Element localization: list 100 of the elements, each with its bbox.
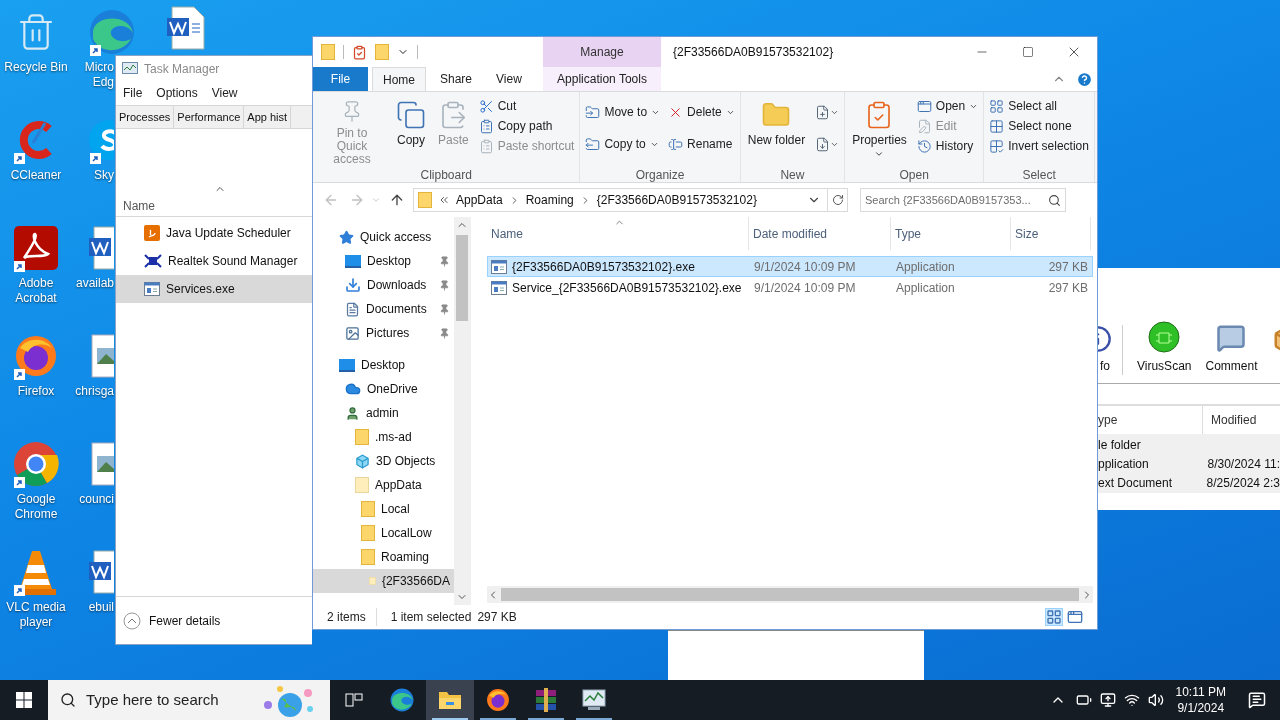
details-view-icon[interactable]: [1045, 608, 1063, 626]
process-row[interactable]: Services.exe: [116, 275, 312, 303]
menu-item[interactable]: File: [123, 84, 143, 102]
folder-arrow-icon: [585, 104, 601, 120]
nav-item[interactable]: Quick access: [313, 225, 454, 249]
shortcut-arrow-icon: [14, 477, 25, 488]
address-bar[interactable]: AppData Roaming {2F33566DA0B91573532102}: [413, 188, 848, 212]
folder-icon: [361, 549, 375, 565]
column-header[interactable]: Modified: [1203, 411, 1257, 429]
ribbon-button[interactable]: Open: [914, 96, 981, 116]
maximize-icon: [1022, 46, 1034, 58]
nav-item[interactable]: Roaming: [313, 545, 454, 569]
shortcut-arrow-icon: [90, 153, 101, 164]
table-cell-text: 297 KB: [1047, 258, 1089, 276]
icon-label[interactable]: ebuil: [88, 600, 114, 615]
breadcrumb[interactable]: AppData: [456, 191, 503, 209]
menu-item[interactable]: Options: [156, 84, 198, 102]
file-row[interactable]: {2F33566DA0B91573532102}.exe 9/1/2024 10:09 PM Application 297 KB: [487, 256, 1093, 277]
icon-label[interactable]: Firefox: [17, 384, 55, 399]
nav-item[interactable]: 3D Objects: [313, 449, 454, 473]
folder-icon: [355, 477, 369, 493]
column-header[interactable]: Name: [487, 217, 749, 250]
large-icons-view-icon[interactable]: [1067, 609, 1083, 625]
nav-item[interactable]: Documents: [313, 297, 454, 321]
network-icon[interactable]: [1123, 692, 1140, 708]
process-row[interactable]: Realtek Sound Manager: [116, 247, 312, 275]
ribbon-button[interactable]: Cut: [476, 96, 577, 116]
scrollbar-thumb[interactable]: [501, 588, 1079, 601]
nav-item[interactable]: admin: [313, 401, 454, 425]
icon-label[interactable]: Chrome: [14, 507, 58, 522]
refresh-icon[interactable]: [831, 194, 844, 206]
icon-label[interactable]: player: [19, 615, 53, 630]
ribbon-tab[interactable]: File: [313, 67, 368, 91]
toolbar-button[interactable]: VirusScan: [1137, 321, 1192, 375]
scrollbar-thumb[interactable]: [456, 235, 468, 321]
clock[interactable]: 10:11 PM 9/1/2024: [1167, 684, 1234, 716]
nav-item[interactable]: AppData: [313, 473, 454, 497]
icon-label[interactable]: VLC media: [6, 600, 66, 615]
ribbon-button[interactable]: Properties: [848, 96, 911, 166]
column-header[interactable]: Size: [1011, 217, 1091, 250]
icon-label[interactable]: Google: [16, 492, 56, 507]
ribbon-button[interactable]: Select all: [987, 96, 1091, 116]
nav-item[interactable]: OneDrive: [313, 377, 454, 401]
ribbon-tab[interactable]: Home: [372, 67, 426, 91]
nav-item[interactable]: Desktop: [313, 249, 454, 273]
folder-icon: [438, 690, 462, 710]
notifications-icon[interactable]: [1248, 691, 1266, 709]
search-field[interactable]: Search {2F33566DA0B9157353...: [860, 188, 1066, 212]
ribbon-button[interactable]: Copy to: [583, 134, 663, 154]
ribbon-tab[interactable]: View: [486, 67, 532, 91]
ribbon-button[interactable]: Delete: [666, 102, 737, 122]
nav-item[interactable]: Local: [313, 497, 454, 521]
breadcrumb[interactable]: Roaming: [525, 191, 574, 209]
properties-icon[interactable]: [352, 44, 367, 60]
ribbon-group-label: New: [779, 167, 806, 182]
taskbar-search-field[interactable]: Type here to search: [48, 680, 330, 720]
column-header[interactable]: Name: [116, 197, 312, 215]
breadcrumb[interactable]: {2F33566DA0B91573532102}: [596, 191, 757, 209]
nav-item[interactable]: {2F33566DA: [313, 569, 454, 593]
nav-item[interactable]: Pictures: [313, 321, 454, 345]
ribbon-button[interactable]: Copy path: [476, 116, 577, 136]
column-header[interactable]: Date modified: [749, 217, 891, 250]
ribbon-button[interactable]: Copy: [392, 96, 430, 166]
icon-label[interactable]: counci: [79, 492, 114, 507]
cloud-icon: [345, 381, 361, 397]
ribbon-button[interactable]: Select none: [987, 116, 1091, 136]
crab-icon: [144, 253, 162, 269]
ribbon-button[interactable]: Move to: [583, 102, 663, 122]
ribbon-button[interactable]: Invert selection: [987, 136, 1091, 156]
ribbon-tab[interactable]: Application Tools: [543, 67, 661, 91]
volume-icon[interactable]: [1147, 692, 1164, 708]
icon-label[interactable]: chrisga: [75, 384, 114, 399]
file-row[interactable]: Service_{2F33566DA0B91573532102}.exe 9/1/2024 10:09 PM Application 297 KB: [487, 277, 1093, 298]
windows-logo-icon: [16, 692, 32, 708]
ribbon-button[interactable]: New folder: [743, 96, 810, 166]
taskbar-app[interactable]: [426, 680, 474, 720]
nav-item[interactable]: Desktop: [313, 353, 454, 377]
word-document-icon: [166, 6, 206, 50]
search-icon: [60, 692, 76, 708]
history-icon: [916, 138, 932, 154]
ribbon-button[interactable]: Rename: [666, 134, 737, 154]
process-row[interactable]: Java Update Scheduler: [116, 219, 312, 247]
folder-copy-icon: [585, 136, 601, 152]
window-title: {2F33566DA0B91573532102}: [672, 44, 835, 61]
help-icon[interactable]: [1076, 70, 1093, 88]
battery-icon[interactable]: [1075, 692, 1092, 708]
acrobat-icon: [14, 226, 58, 270]
nav-item[interactable]: .ms-ad: [313, 425, 454, 449]
menu-item[interactable]: View: [211, 84, 238, 102]
fewer-details-link[interactable]: Fewer details: [149, 611, 221, 630]
ribbon-button[interactable]: History: [914, 136, 981, 156]
ribbon-tab[interactable]: Share: [430, 67, 483, 91]
nav-item[interactable]: Downloads: [313, 273, 454, 297]
up-icon[interactable]: [389, 192, 405, 208]
column-header[interactable]: Type: [891, 217, 1011, 250]
tab[interactable]: App hist: [244, 106, 292, 128]
tab[interactable]: Processes: [116, 106, 175, 128]
nav-item[interactable]: LocalLow: [313, 521, 454, 545]
device-icon[interactable]: [1099, 692, 1116, 708]
toolbar-button[interactable]: Comment: [1205, 323, 1258, 375]
